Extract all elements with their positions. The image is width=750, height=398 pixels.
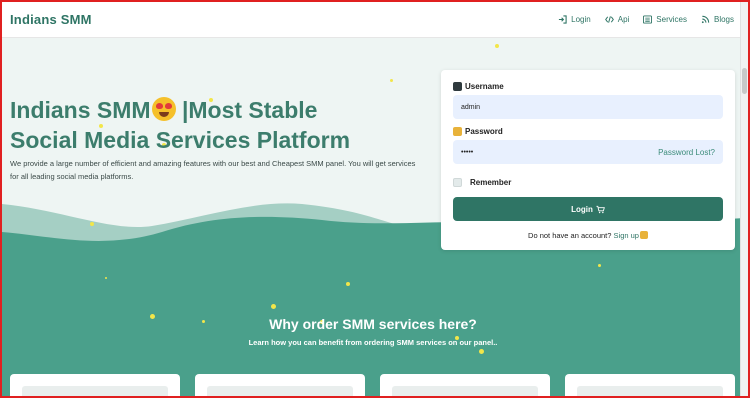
signup-icon	[639, 231, 648, 239]
password-value: •••••	[461, 148, 474, 156]
username-input[interactable]: admin	[453, 95, 723, 119]
sign-in-icon	[559, 15, 567, 24]
signup-row: Do not have an account? Sign up	[453, 231, 723, 240]
brand-logo[interactable]: Indians SMM	[10, 12, 92, 27]
remember-row: Remember	[453, 178, 723, 187]
nav-links: Login Api Services Blogs	[558, 15, 734, 24]
sparkle	[390, 79, 393, 82]
feature-card	[565, 374, 735, 396]
feature-card-header	[392, 386, 538, 396]
hero-title-line2: Social Media Services Platform	[10, 127, 351, 153]
feature-card	[380, 374, 550, 396]
signup-link[interactable]: Sign up	[614, 231, 639, 240]
sparkle	[598, 264, 601, 267]
login-card: Username admin Password ••••• Password L…	[441, 70, 735, 250]
nav-api[interactable]: Api	[604, 15, 630, 24]
hero-title-brand: Indians SMM	[10, 97, 151, 123]
nav-blogs[interactable]: Blogs	[701, 15, 734, 24]
password-lost-link[interactable]: Password Lost?	[658, 148, 715, 157]
sparkle	[346, 282, 350, 286]
lock-key-icon	[453, 127, 462, 136]
nav-blogs-label: Blogs	[713, 15, 734, 24]
browser-viewport: Indians SMM Login Api Services Blogs Ind…	[0, 0, 750, 398]
sparkle	[271, 304, 276, 309]
blog-icon	[701, 15, 710, 24]
feature-card	[10, 374, 180, 396]
cart-icon	[596, 205, 605, 213]
password-label: Password	[465, 127, 503, 136]
password-input[interactable]: ••••• Password Lost?	[453, 140, 723, 164]
remember-label: Remember	[470, 178, 512, 187]
feature-card-header	[22, 386, 168, 396]
nav-login-label: Login	[571, 15, 591, 24]
why-subtitle: Learn how you can benefit from ordering …	[248, 338, 498, 347]
sparkle	[105, 277, 107, 279]
feature-card-header	[207, 386, 353, 396]
sparkle	[495, 44, 499, 48]
code-icon	[604, 16, 614, 23]
nav-services-label: Services	[656, 15, 687, 24]
username-label-row: Username	[453, 82, 723, 91]
scrollbar-thumb[interactable]	[742, 68, 747, 94]
sparkle	[90, 222, 94, 226]
remember-checkbox[interactable]	[453, 178, 462, 187]
username-value: admin	[461, 103, 481, 111]
hero-description: We provide a large number of efficient a…	[10, 159, 416, 181]
feature-card-header	[577, 386, 723, 396]
login-button-label: Login	[571, 204, 593, 214]
list-icon	[643, 15, 653, 24]
nav-api-label: Api	[617, 15, 630, 24]
no-account-text: Do not have an account?	[528, 231, 612, 240]
password-label-row: Password	[453, 127, 723, 136]
why-title: Why order SMM services here?	[269, 316, 477, 332]
top-navbar: Indians SMM Login Api Services Blogs	[2, 2, 742, 38]
nav-services[interactable]: Services	[643, 15, 687, 24]
login-button[interactable]: Login	[453, 197, 723, 221]
star-struck-emoji-icon	[151, 97, 176, 121]
feature-card	[195, 374, 365, 396]
username-label: Username	[465, 82, 504, 91]
nav-login[interactable]: Login	[558, 15, 591, 24]
page-scrollbar[interactable]	[740, 2, 748, 396]
hero-title: Indians SMM |Most Stable Social Media Se…	[10, 95, 430, 155]
hero-title-tagline: |Most Stable	[175, 97, 318, 123]
user-icon	[453, 82, 462, 91]
sparkle	[479, 349, 484, 354]
